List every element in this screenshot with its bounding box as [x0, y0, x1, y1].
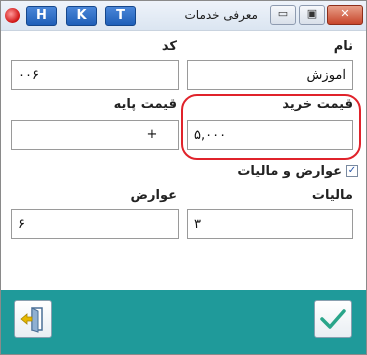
code-label: کد [161, 39, 177, 54]
bottom-action-bar [1, 290, 366, 354]
exit-door-icon [20, 307, 43, 333]
maximize-button[interactable]: ▣ [299, 5, 325, 25]
minimize-button[interactable]: ▭ [270, 5, 296, 25]
base-price-label: قیمت پایه [113, 97, 177, 112]
maximize-icon: ▣ [306, 7, 318, 20]
minimize-icon: ▭ [277, 7, 289, 20]
checkmark-icon [320, 309, 346, 329]
code-input[interactable] [11, 60, 179, 90]
exit-button[interactable] [14, 300, 52, 338]
tax-checkbox-row[interactable]: ✓ عوارض و مالیات [237, 162, 358, 180]
name-input[interactable] [187, 60, 353, 90]
confirm-button[interactable] [314, 300, 352, 338]
duty-label: عوارض [130, 188, 177, 203]
base-price-input[interactable]: + [11, 120, 179, 150]
purchase-price-input[interactable] [187, 120, 353, 150]
app-icon [5, 8, 20, 23]
close-icon: ✕ [340, 7, 350, 20]
hotkey-h-button[interactable]: H [26, 6, 57, 26]
hotkey-t-button[interactable]: T [105, 6, 136, 26]
close-button[interactable]: ✕ [327, 5, 363, 25]
tax-checkbox-label: عوارض و مالیات [237, 163, 342, 179]
tax-checkbox[interactable]: ✓ [346, 165, 358, 177]
tax-label: مالیات [311, 188, 353, 203]
duty-input[interactable] [11, 209, 179, 239]
name-label: نام [333, 39, 353, 54]
plus-icon: + [146, 127, 158, 142]
window-title: معرفی خدمات [184, 8, 259, 22]
title-bar: H K T معرفی خدمات ▭ ▣ ✕ [1, 1, 366, 31]
tax-input[interactable] [187, 209, 353, 239]
dialog-window: H K T معرفی خدمات ▭ ▣ ✕ نام کد قیمت خرید… [0, 0, 367, 355]
purchase-price-label: قیمت خرید [282, 97, 353, 112]
hotkey-k-button[interactable]: K [66, 6, 97, 26]
